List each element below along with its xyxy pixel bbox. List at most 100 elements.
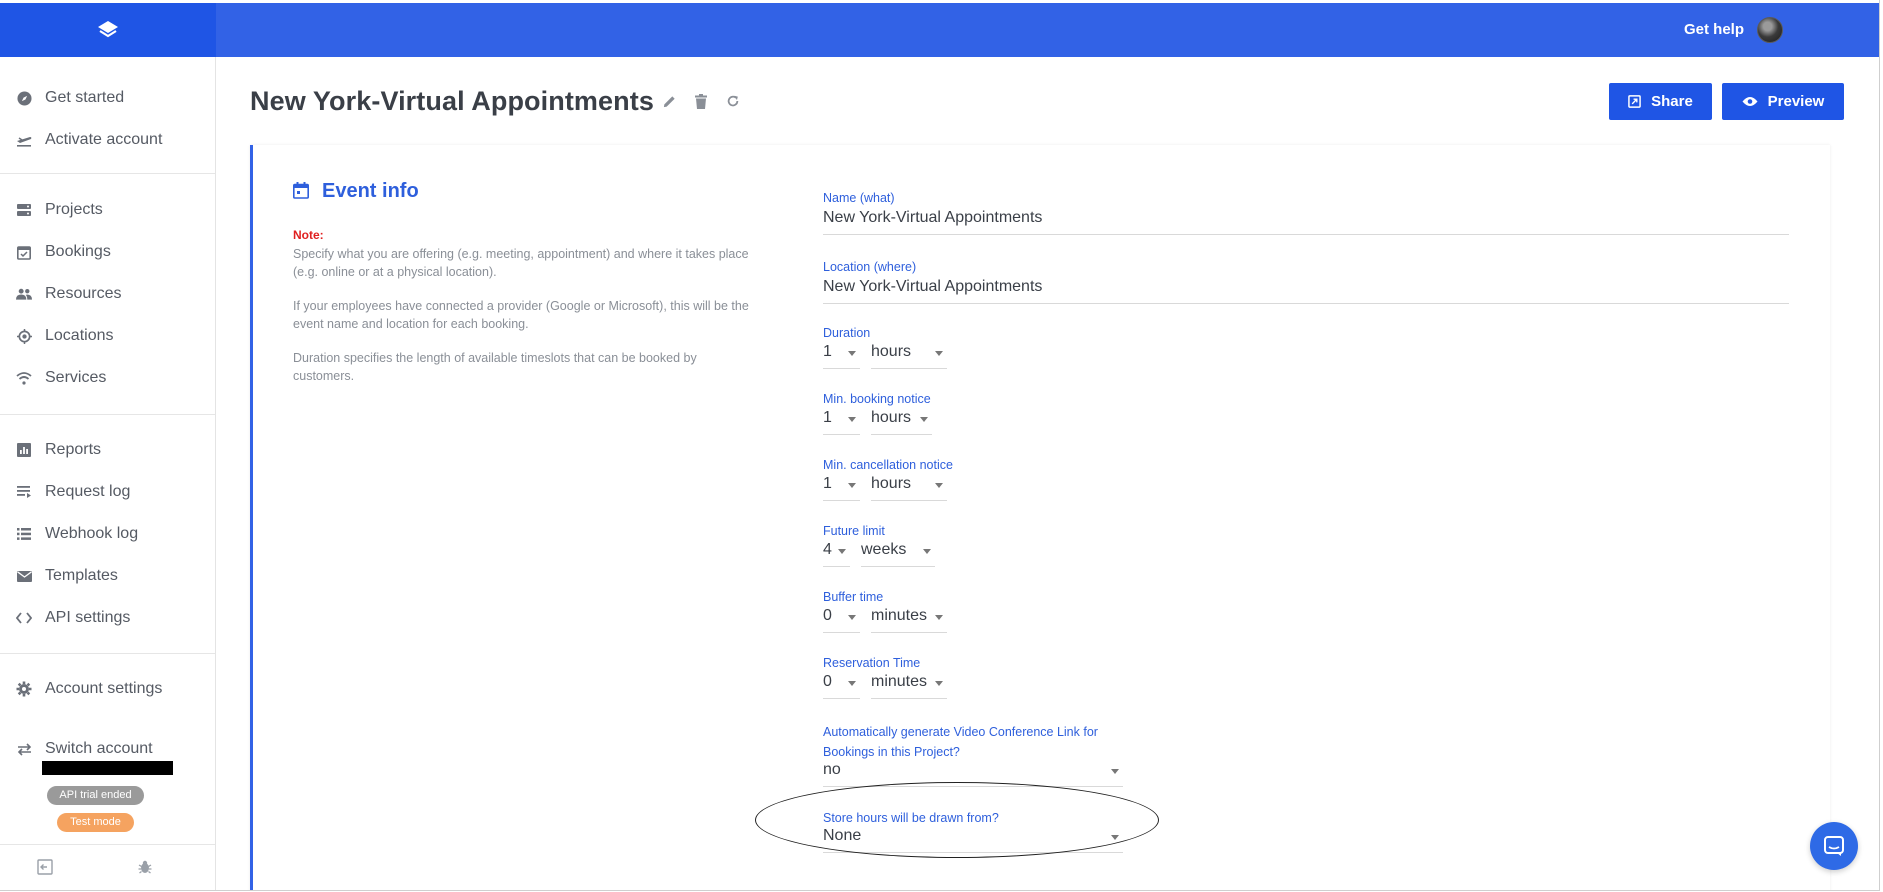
sidebar-item-locations[interactable]: Locations bbox=[0, 319, 215, 353]
title-actions bbox=[660, 92, 742, 110]
avatar[interactable] bbox=[1757, 17, 1783, 43]
min-booking-amount-value: 1 bbox=[823, 409, 832, 426]
duration-amount-select[interactable]: 1 bbox=[823, 343, 860, 369]
sidebar-item-label: Reports bbox=[45, 441, 102, 458]
reservation-time-unit-value: minutes bbox=[871, 673, 928, 690]
highlight-ellipse-annotation bbox=[755, 782, 1159, 858]
buffer-time-unit-value: minutes bbox=[871, 607, 928, 624]
duration-unit-select[interactable]: hours bbox=[871, 343, 947, 369]
video-link-label: Automatically generate Video Conference … bbox=[823, 725, 1098, 759]
reservation-time-amount-value: 0 bbox=[823, 673, 832, 690]
sidebar: Get started Activate account Projects Bo… bbox=[0, 57, 216, 890]
name-field-label: Name (what) bbox=[823, 191, 895, 205]
share-button[interactable]: Share bbox=[1609, 83, 1712, 120]
calendar-check-icon bbox=[16, 244, 32, 260]
sidebar-item-label: Switch account bbox=[45, 740, 153, 757]
app-logo[interactable] bbox=[0, 3, 216, 57]
reservation-time-unit-select[interactable]: minutes bbox=[871, 673, 947, 699]
sidebar-item-request-log[interactable]: Request log bbox=[0, 475, 215, 509]
sidebar-item-label: Request log bbox=[45, 483, 131, 500]
sidebar-item-label: Templates bbox=[45, 567, 118, 584]
chevron-down-icon bbox=[848, 681, 856, 686]
chevron-down-icon bbox=[1111, 769, 1119, 774]
future-limit-amount-select[interactable]: 4 bbox=[823, 541, 850, 567]
edit-pencil-icon[interactable] bbox=[660, 92, 678, 110]
sidebar-item-account-settings[interactable]: Account settings bbox=[0, 672, 215, 706]
sidebar-item-api-settings[interactable]: API settings bbox=[0, 601, 215, 635]
duration-label: Duration bbox=[823, 326, 871, 340]
sidebar-item-label: Get started bbox=[45, 89, 125, 106]
min-booking-unit-select[interactable]: hours bbox=[871, 409, 932, 435]
min-booking-unit-value: hours bbox=[871, 409, 912, 426]
min-booking-amount-select[interactable]: 1 bbox=[823, 409, 860, 435]
min-cancellation-unit-value: hours bbox=[871, 475, 912, 492]
reservation-time-amount-select[interactable]: 0 bbox=[823, 673, 860, 699]
sidebar-item-reports[interactable]: Reports bbox=[0, 433, 215, 467]
api-trial-badge: API trial ended bbox=[47, 786, 144, 805]
preview-label: Preview bbox=[1767, 93, 1825, 110]
list-lines-icon bbox=[16, 484, 32, 500]
buffer-time-label: Buffer time bbox=[823, 590, 884, 604]
note-paragraph: Duration specifies the length of availab… bbox=[293, 351, 697, 383]
sidebar-item-label: Resources bbox=[45, 285, 122, 302]
sidebar-item-activate-account[interactable]: Activate account bbox=[0, 123, 215, 157]
code-icon bbox=[16, 610, 32, 626]
sidebar-item-projects[interactable]: Projects bbox=[0, 193, 215, 227]
section-title: Event info bbox=[322, 180, 419, 202]
chevron-down-icon bbox=[848, 417, 856, 422]
sidebar-item-resources[interactable]: Resources bbox=[0, 277, 215, 311]
sidebar-item-label: Bookings bbox=[45, 243, 111, 260]
divider bbox=[0, 653, 215, 654]
video-link-value: no bbox=[823, 761, 841, 778]
location-field-label: Location (where) bbox=[823, 260, 917, 274]
buffer-time-unit-select[interactable]: minutes bbox=[871, 607, 947, 633]
name-field[interactable]: New York-Virtual Appointments bbox=[823, 209, 1789, 235]
min-cancellation-label: Min. cancellation notice bbox=[823, 458, 953, 472]
future-limit-unit-value: weeks bbox=[861, 541, 907, 558]
chevron-down-icon bbox=[935, 615, 943, 620]
future-limit-unit-select[interactable]: weeks bbox=[861, 541, 935, 567]
collapse-sidebar-icon[interactable] bbox=[37, 859, 53, 875]
sidebar-item-bookings[interactable]: Bookings bbox=[0, 235, 215, 269]
future-limit-label: Future limit bbox=[823, 524, 885, 538]
min-cancellation-unit-select[interactable]: hours bbox=[871, 475, 947, 501]
envelope-icon bbox=[16, 568, 32, 584]
location-field[interactable]: New York-Virtual Appointments bbox=[823, 278, 1789, 304]
wifi-icon bbox=[16, 370, 32, 386]
note-paragraph: Specify what you are offering (e.g. meet… bbox=[293, 247, 749, 279]
buffer-time-amount-select[interactable]: 0 bbox=[823, 607, 860, 633]
page-title: New York-Virtual Appointments bbox=[250, 86, 654, 116]
test-mode-badge: Test mode bbox=[57, 813, 134, 832]
chevron-down-icon bbox=[848, 483, 856, 488]
min-cancellation-amount-value: 1 bbox=[823, 475, 832, 492]
min-cancellation-amount-select[interactable]: 1 bbox=[823, 475, 860, 501]
sidebar-item-services[interactable]: Services bbox=[0, 361, 215, 395]
sidebar-item-get-started[interactable]: Get started bbox=[0, 81, 215, 115]
share-label: Share bbox=[1651, 93, 1693, 110]
chevron-down-icon bbox=[920, 417, 928, 422]
sidebar-item-label: Projects bbox=[45, 201, 103, 218]
refresh-icon[interactable] bbox=[724, 92, 742, 110]
sidebar-item-label: API settings bbox=[45, 609, 131, 626]
server-icon bbox=[16, 202, 32, 218]
bug-icon[interactable] bbox=[137, 859, 153, 875]
divider bbox=[0, 844, 215, 845]
preview-button[interactable]: Preview bbox=[1722, 83, 1844, 120]
get-help-link[interactable]: Get help bbox=[1684, 21, 1744, 38]
swap-icon bbox=[16, 741, 32, 757]
chevron-down-icon bbox=[935, 351, 943, 356]
share-icon bbox=[1628, 95, 1641, 108]
sidebar-item-webhook-log[interactable]: Webhook log bbox=[0, 517, 215, 551]
note-label: Note: bbox=[293, 228, 324, 242]
sidebar-item-switch-account[interactable]: Switch account bbox=[0, 732, 215, 766]
list-bullets-icon bbox=[16, 526, 32, 542]
duration-amount-value: 1 bbox=[823, 343, 832, 360]
chevron-down-icon bbox=[923, 549, 931, 554]
eye-icon bbox=[1742, 97, 1758, 106]
plane-icon bbox=[16, 132, 32, 148]
chat-launcher-button[interactable] bbox=[1810, 822, 1858, 870]
trash-icon[interactable] bbox=[692, 92, 710, 110]
calendar-icon bbox=[293, 182, 309, 204]
sidebar-item-templates[interactable]: Templates bbox=[0, 559, 215, 593]
future-limit-amount-value: 4 bbox=[823, 541, 832, 558]
